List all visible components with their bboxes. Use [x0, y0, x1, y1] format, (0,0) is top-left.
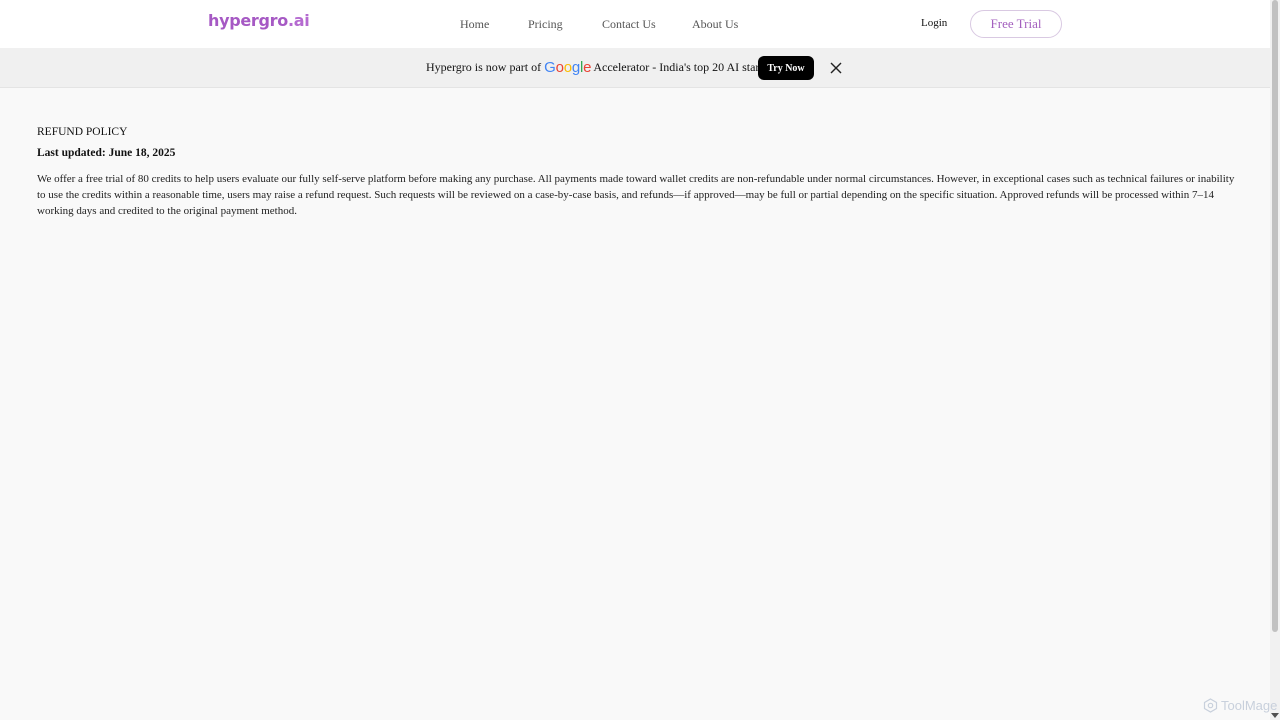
site-header: hypergro.ai Home Pricing Contact Us Abou… — [0, 0, 1270, 48]
scrollbar-thumb[interactable] — [1272, 0, 1278, 632]
nav-contact-us[interactable]: Contact Us — [602, 17, 656, 32]
toolmage-logo-icon — [1203, 698, 1218, 713]
banner-text-before: Hypergro is now part of — [426, 60, 542, 74]
close-icon[interactable] — [829, 61, 843, 75]
last-updated: Last updated: June 18, 2025 — [37, 147, 176, 159]
login-link[interactable]: Login — [921, 17, 947, 29]
google-logo: Google — [544, 59, 592, 76]
nav-pricing[interactable]: Pricing — [528, 17, 563, 32]
free-trial-button[interactable]: Free Trial — [970, 10, 1062, 38]
watermark: ToolMage — [1203, 698, 1277, 713]
try-now-button[interactable]: Try Now — [758, 56, 814, 80]
banner-text-after: Accelerator - India's top 20 AI startups — [593, 60, 780, 74]
hypergro-logo[interactable]: hypergro.ai — [208, 11, 310, 30]
scroll-down-arrow-icon[interactable] — [1271, 713, 1279, 718]
page-title: REFUND POLICY — [37, 126, 128, 138]
logo-text: hypergro — [208, 11, 288, 30]
announcement-banner: Hypergro is now part of Google Accelerat… — [0, 48, 1270, 88]
logo-suffix: .ai — [287, 11, 310, 30]
banner-message: Hypergro is now part of Google Accelerat… — [426, 60, 779, 75]
nav-home[interactable]: Home — [460, 17, 489, 32]
nav-about-us[interactable]: About Us — [692, 17, 738, 32]
policy-body: We offer a free trial of 80 credits to h… — [37, 173, 1235, 217]
vertical-scrollbar[interactable] — [1270, 0, 1280, 720]
refund-policy-content: REFUND POLICY Last updated: June 18, 202… — [37, 126, 1237, 219]
watermark-text: ToolMage — [1221, 698, 1278, 713]
